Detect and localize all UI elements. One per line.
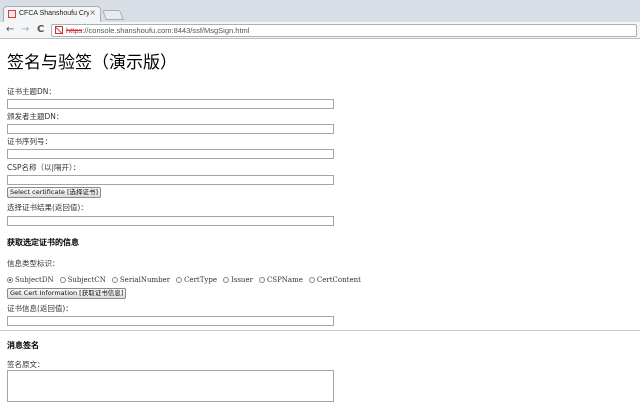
radio-button[interactable] xyxy=(308,277,315,283)
radio-label: CertType xyxy=(184,276,217,284)
info-type-radio-cspname[interactable]: CSPName xyxy=(258,275,303,285)
browser-titlebar: CFCA Shanshoufu Crypto × xyxy=(0,0,640,22)
url-text[interactable]: https://console.shanshoufu.com:8443/ssf/… xyxy=(66,25,249,36)
get-cert-info-button[interactable]: Get Cert Information [获取证书信息] xyxy=(7,288,127,299)
info-type-label: 信息类型标识： xyxy=(7,259,60,268)
select-result-label: 选择证书结果(返回值)： xyxy=(7,203,88,212)
info-type-radio-certcontent[interactable]: CertContent xyxy=(308,275,361,285)
csp-name-label: CSP名称（以|隔开）： xyxy=(7,163,81,172)
info-type-radio-certtype[interactable]: CertType xyxy=(176,275,217,285)
radio-button[interactable] xyxy=(222,277,229,283)
info-type-radio-subjectcn[interactable]: SubjectCN xyxy=(59,275,106,285)
browser-toolbar: ← → C https://console.shanshoufu.com:844… xyxy=(0,22,640,39)
reload-icon[interactable]: C xyxy=(37,24,44,36)
issuer-subject-input[interactable] xyxy=(7,124,334,134)
radio-label: CertContent xyxy=(316,276,361,284)
radio-label: Issuer xyxy=(230,276,253,284)
tab-close-icon[interactable]: × xyxy=(89,8,96,18)
url-path: ://console.shanshoufu.com:8443/ssf/MsgSi… xyxy=(82,26,250,35)
radio-label: SerialNumber xyxy=(119,276,171,284)
csp-name-input[interactable] xyxy=(7,175,334,185)
select-result-input[interactable] xyxy=(7,216,334,226)
cert-info-result-input[interactable] xyxy=(7,316,334,326)
cert-info-heading: 获取选定证书的信息 xyxy=(7,237,79,247)
back-arrow-icon[interactable]: ← xyxy=(6,24,14,36)
cert-subject-input[interactable] xyxy=(7,99,334,109)
radio-button[interactable] xyxy=(176,277,183,283)
radio-label: CSPName xyxy=(266,276,303,284)
insecure-lock-icon[interactable] xyxy=(55,26,63,34)
radio-button[interactable] xyxy=(111,277,118,283)
page-content: 签名与验签（演示版） 证书主题DN： 颁发者主题DN： 证书序列号： CSP名称… xyxy=(0,40,640,402)
radio-button[interactable] xyxy=(59,277,66,283)
plaintext-label: 签名原文： xyxy=(7,360,45,369)
browser-tab[interactable]: CFCA Shanshoufu Crypto × xyxy=(3,6,101,22)
issuer-subject-label: 颁发者主题DN： xyxy=(7,112,64,121)
page-title: 签名与验签（演示版） xyxy=(7,53,177,73)
info-type-radio-serialnumber[interactable]: SerialNumber xyxy=(111,275,171,285)
cert-info-result-label: 证书信息(返回值)： xyxy=(7,304,73,313)
plaintext-textarea[interactable] xyxy=(7,370,334,402)
radio-label: SubjectCN xyxy=(67,276,106,284)
radio-button[interactable] xyxy=(258,277,265,283)
select-certificate-button[interactable]: Select certificate [选择证书] xyxy=(7,187,102,198)
tab-title: CFCA Shanshoufu Crypto xyxy=(19,10,89,17)
forward-arrow-icon[interactable]: → xyxy=(21,24,29,36)
address-bar[interactable]: https://console.shanshoufu.com:8443/ssf/… xyxy=(51,24,637,37)
cert-subject-label: 证书主题DN： xyxy=(7,87,56,96)
radio-button[interactable] xyxy=(7,277,13,283)
info-type-radio-issuer[interactable]: Issuer xyxy=(222,275,253,285)
page-favicon-icon xyxy=(8,10,16,18)
serial-number-input[interactable] xyxy=(7,149,334,159)
radio-label: SubjectDN xyxy=(15,276,54,284)
url-scheme: https xyxy=(66,26,83,35)
msg-sign-heading: 消息签名 xyxy=(7,340,39,350)
info-type-radio-group: SubjectDN SubjectCN SerialNumber CertType Is… xyxy=(7,275,367,285)
section-divider xyxy=(0,330,640,331)
serial-number-label: 证书序列号： xyxy=(7,137,52,146)
new-tab-button[interactable] xyxy=(102,10,124,20)
info-type-radio-subjectdn[interactable]: SubjectDN xyxy=(7,275,54,285)
